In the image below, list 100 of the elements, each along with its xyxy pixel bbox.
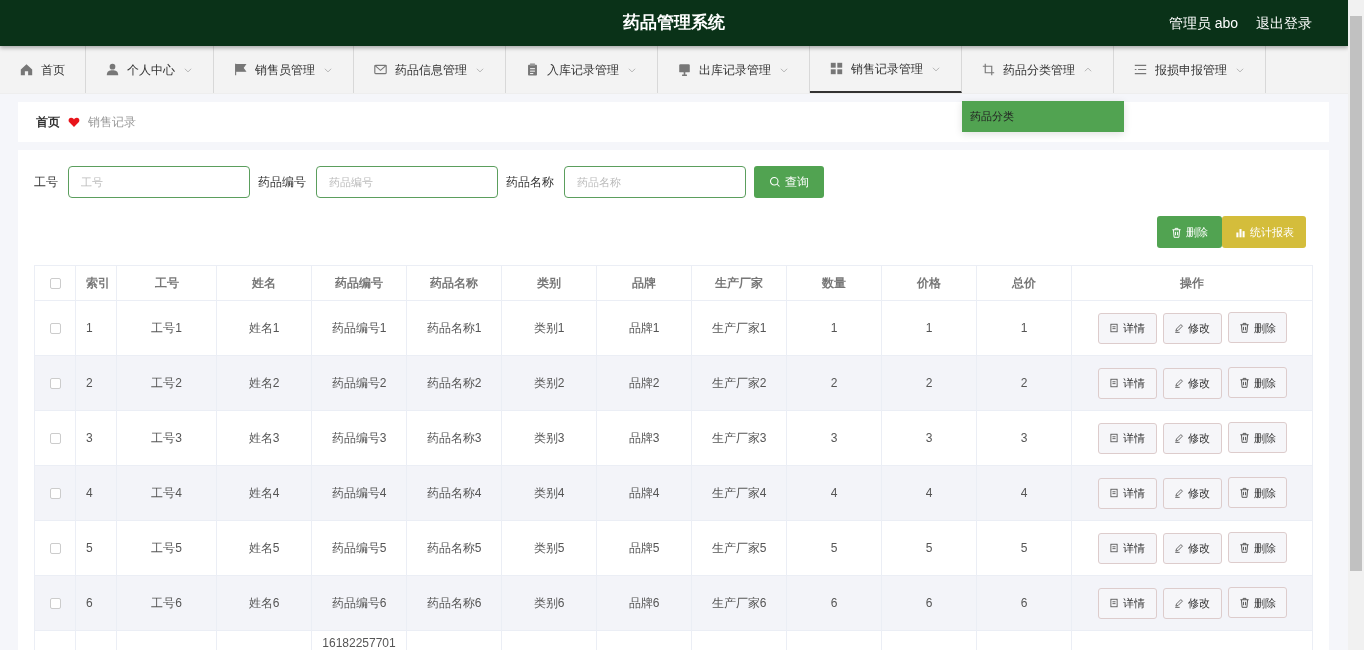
flag-icon: [234, 63, 247, 76]
details-button[interactable]: 详情: [1097, 422, 1157, 454]
table-cell: 6: [1020, 596, 1028, 610]
nav-tab[interactable]: 销售员管理: [214, 46, 354, 93]
document-icon: [1109, 323, 1119, 334]
delete-button[interactable]: 删除: [1227, 312, 1287, 344]
table-cell: 生产厂家3: [711, 431, 767, 445]
edit-button[interactable]: 修改: [1162, 477, 1222, 509]
search-field[interactable]: 药品名称: [564, 166, 746, 198]
table-cell: 生产厂家1: [711, 321, 767, 335]
table-cell: 姓名3: [248, 431, 280, 445]
table-cell: 药品编号3: [331, 431, 387, 445]
table-cell: 工号1: [151, 321, 182, 335]
table-cell: 工号2: [151, 376, 182, 390]
search-icon: [769, 176, 781, 188]
column-header: 类别: [501, 265, 597, 301]
pencil-icon: [1174, 433, 1184, 444]
column-header: 药品名称: [406, 265, 502, 301]
table-cell: 药品名称6: [426, 596, 482, 610]
table-cell: 姓名2: [248, 376, 280, 390]
edit-button[interactable]: 修改: [1162, 422, 1222, 454]
pencil-icon: [1174, 543, 1184, 554]
table-cell: 药品名称1: [426, 321, 482, 335]
delete-button[interactable]: 删除: [1227, 477, 1287, 509]
table-cell: 3: [1020, 431, 1028, 445]
details-button[interactable]: 详情: [1097, 477, 1157, 509]
table-cell: 姓名5: [248, 541, 280, 555]
table-cell: 品牌6: [628, 596, 660, 610]
edit-button[interactable]: 修改: [1162, 367, 1222, 399]
table-cell: 药品名称2: [426, 376, 482, 390]
column-header: 药品编号: [311, 265, 407, 301]
details-button[interactable]: 详情: [1097, 312, 1157, 344]
column-header: 品牌: [596, 265, 692, 301]
select-all-checkbox[interactable]: [49, 278, 61, 290]
nav-tab[interactable]: 入库记录管理: [506, 46, 658, 93]
column-header: 索引: [75, 265, 117, 301]
edit-button[interactable]: 修改: [1162, 587, 1222, 619]
table-cell: 类别6: [533, 596, 565, 610]
details-button[interactable]: 详情: [1097, 367, 1157, 399]
table-cell: 1: [925, 321, 933, 335]
row-checkbox[interactable]: [49, 543, 61, 555]
table-cell: 类别2: [533, 376, 565, 390]
column-header: 总价: [976, 265, 1072, 301]
dropdown-item[interactable]: 药品分类: [962, 101, 1124, 132]
delete-button[interactable]: 删除: [1227, 367, 1287, 399]
row-checkbox[interactable]: [49, 433, 61, 445]
row-checkbox[interactable]: [49, 323, 61, 335]
nav-tab[interactable]: 出库记录管理: [658, 46, 810, 93]
field-label: 药品名称: [506, 174, 554, 191]
table-cell: 品牌3: [628, 431, 660, 445]
table-cell: 品牌5: [628, 541, 660, 555]
trash-icon: [1238, 377, 1250, 389]
table-cell: 工号4: [151, 486, 182, 500]
table-cell: 药品名称3: [426, 431, 482, 445]
row-checkbox[interactable]: [49, 488, 61, 500]
user-label: 管理员 abo: [1168, 13, 1238, 33]
details-button[interactable]: 详情: [1097, 532, 1157, 564]
monitor-icon: [678, 63, 691, 76]
row-checkbox[interactable]: [49, 598, 61, 610]
table-cell: 品牌1: [628, 321, 660, 335]
document-icon: [1109, 543, 1119, 554]
table-cell: 药品名称4: [426, 486, 482, 500]
document-icon: [1109, 488, 1119, 499]
table-cell: 5: [925, 541, 933, 555]
table-cell: 1: [830, 321, 838, 335]
table-cell: 4: [925, 486, 933, 500]
table-cell: 2: [86, 376, 93, 390]
table-cell: 类别5: [533, 541, 565, 555]
table-cell: 品牌2: [628, 376, 660, 390]
nav-tab[interactable]: 个人中心: [86, 46, 214, 93]
nav-tab[interactable]: 药品信息管理: [354, 46, 506, 93]
table-cell: 6: [925, 596, 933, 610]
table-cell: 药品编号2: [331, 376, 387, 390]
delete-button[interactable]: 删除: [1227, 532, 1287, 564]
scrollbar[interactable]: [1348, 0, 1364, 650]
logout-link[interactable]: 退出登录: [1256, 12, 1312, 34]
table-cell: 生产厂家2: [711, 376, 767, 390]
nav-tab[interactable]: 销售记录管理: [810, 46, 962, 93]
table-cell: 4: [86, 486, 93, 500]
document-icon: [1109, 598, 1119, 609]
delete-button[interactable]: 删除: [1227, 422, 1287, 454]
table-cell: 4: [1020, 486, 1028, 500]
table-cell: 类别4: [533, 486, 565, 500]
table-cell: 2: [830, 376, 838, 390]
details-button[interactable]: 详情: [1097, 587, 1157, 619]
row-checkbox[interactable]: [49, 378, 61, 390]
column-header: 工号: [116, 265, 217, 301]
bar-chart-icon: [1234, 226, 1246, 238]
table-cell: 4: [830, 486, 838, 500]
field-label: 工号: [34, 174, 58, 191]
nav-tab[interactable]: 首页: [0, 46, 86, 93]
table-cell: 1: [1020, 321, 1028, 335]
delete-button[interactable]: 删除: [1227, 587, 1287, 619]
edit-button[interactable]: 修改: [1162, 532, 1222, 564]
nav-tab[interactable]: 报损申报管理: [1114, 46, 1266, 93]
column-header: 价格: [881, 265, 977, 301]
breadcrumb-link[interactable]: 首页: [36, 113, 60, 131]
home-icon: [20, 63, 33, 76]
edit-button[interactable]: 修改: [1162, 312, 1222, 344]
trash-icon: [1238, 432, 1250, 444]
